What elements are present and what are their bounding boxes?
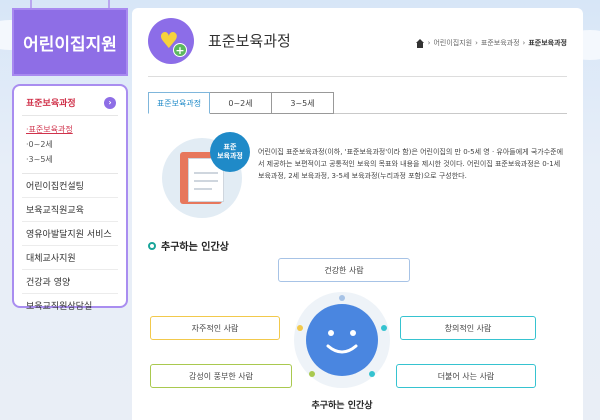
node-emotional-person: 감성이 풍부한 사람 [150, 364, 292, 388]
sidebar-item-staff-education[interactable]: 보육교직원교육 [22, 198, 118, 222]
node-label: 건강한 사람 [324, 265, 364, 275]
node-creative-person: 창의적인 사람 [400, 316, 536, 340]
node-label: 자주적인 사람 [191, 323, 239, 333]
sidebar-item-consulting[interactable]: 어린이집컨설팅 [22, 174, 118, 198]
eye-left [328, 330, 334, 336]
eye-right [350, 330, 356, 336]
node-label: 창의적인 사람 [444, 323, 492, 333]
sidebar-subitem[interactable]: ·표준보육과정 [26, 122, 114, 137]
connector-dot [381, 325, 387, 331]
node-living-together-person: 더불어 사는 사람 [396, 364, 536, 388]
sidebar-item-active[interactable]: 표준보육과정 › [22, 92, 118, 116]
connector-dot [297, 325, 303, 331]
connector-dot [339, 295, 345, 301]
sidebar-item-staff-counseling[interactable]: 보육교직원상담실 [22, 294, 118, 317]
connector-dot [309, 371, 315, 377]
sidebar-menu: 표준보육과정 › ·표준보육과정 ·0~2세 ·3~5세 어린이집컨설팅 보육교… [12, 84, 128, 312]
sidebar-active-label: 표준보육과정 [26, 99, 76, 109]
smile-face-icon [306, 304, 378, 376]
connector-dot [369, 371, 375, 377]
sidebar-sublist: ·표준보육과정 ·0~2세 ·3~5세 [22, 116, 118, 174]
ideal-human-diagram [294, 292, 390, 388]
sidebar-subitem[interactable]: ·0~2세 [26, 137, 114, 152]
sidebar-item-substitute-teacher[interactable]: 대체교사지원 [22, 246, 118, 270]
node-healthy-person: 건강한 사람 [278, 258, 410, 282]
node-label: 더불어 사는 사람 [437, 371, 495, 381]
sidebar-item-development-service[interactable]: 영유아발달지원 서비스 [22, 222, 118, 246]
sidebar-title-text: 어린이집지원 [23, 34, 117, 55]
node-independent-person: 자주적인 사람 [150, 316, 280, 340]
sidebar-title: 어린이집지원 [12, 8, 128, 76]
diagram-caption: 추구하는 인간상 [311, 401, 373, 411]
node-label: 감성이 풍부한 사람 [189, 371, 253, 381]
chevron-right-icon: › [104, 96, 116, 109]
main-panel: ♥ + 표준보육과정 › 어린이집지원 › 표준보육과정 › 표준보육과정 표준… [132, 8, 583, 420]
sidebar-subitem[interactable]: ·3~5세 [26, 152, 114, 167]
sidebar-item-health-nutrition[interactable]: 건강과 영양 [22, 270, 118, 294]
